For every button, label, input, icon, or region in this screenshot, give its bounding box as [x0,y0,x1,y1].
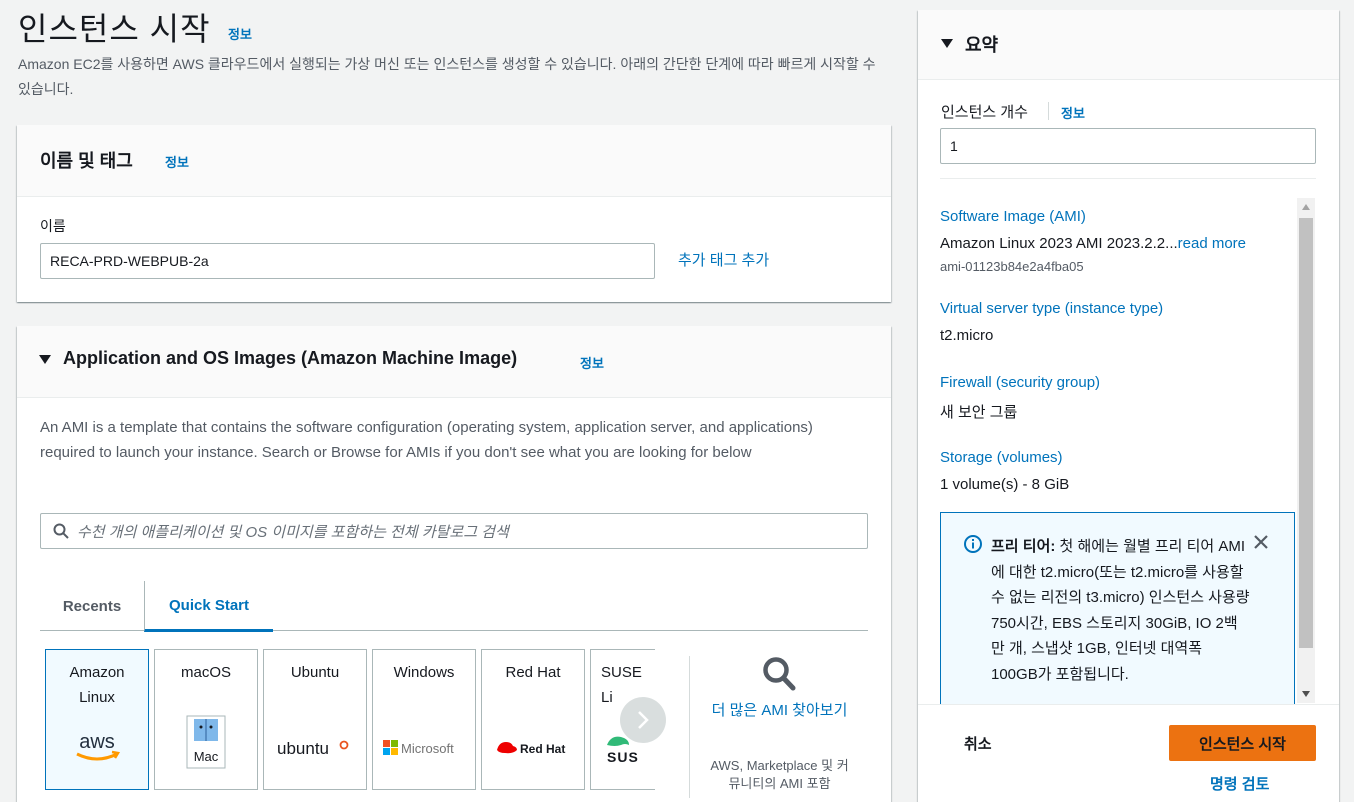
redhat-logo-icon: Red Hat [482,728,584,768]
svg-text:Microsoft: Microsoft [401,741,454,756]
svg-text:SUS: SUS [607,749,639,765]
ami-id: ami-01123b84e2a4fba05 [940,259,1084,274]
scroll-up-icon[interactable] [1302,204,1310,210]
ami-info-link[interactable]: 정보 [580,353,604,372]
summary-title: 요약 [965,35,999,55]
instance-type-value: t2.micro [940,327,994,344]
ami-panel: Application and OS Images (Amazon Machin… [17,326,891,802]
instance-type-link[interactable]: Virtual server type (instance type) [940,300,1163,317]
info-circle-icon [964,535,982,558]
storage-value: 1 volume(s) - 8 GiB [940,476,1070,493]
divider [689,656,690,798]
summary-footer: 취소 인스턴스 시작 명령 검토 [918,704,1339,802]
divider [940,178,1316,179]
microsoft-logo-icon: Microsoft [373,728,475,768]
security-group-value: 새 보안 그룹 [940,404,1018,421]
caret-down-icon[interactable] [39,355,51,364]
summary-header[interactable]: 요약 [918,10,1339,80]
name-input[interactable]: RECA-PRD-WEBPUB-2a [40,243,655,279]
free-tier-label: 프리 티어: [991,538,1056,555]
caret-down-icon[interactable] [941,39,953,48]
free-tier-body: 첫 해에는 월별 프리 티어 AMI에 대한 t2.micro(또는 t2.mi… [991,538,1250,683]
svg-text:Red Hat: Red Hat [520,742,565,756]
ami-title: Application and OS Images (Amazon Machin… [63,348,518,368]
security-group-link[interactable]: Firewall (security group) [940,374,1100,391]
instance-count-label: 인스턴스 개수 [941,104,1028,121]
free-tier-text: 프리 티어: 첫 해에는 월별 프리 티어 AMI에 대한 t2.micro(또… [991,534,1251,687]
free-tier-alert: 프리 티어: 첫 해에는 월별 프리 티어 AMI에 대한 t2.micro(또… [940,512,1295,722]
tab-quick-start[interactable]: Quick Start [144,581,273,632]
software-image-name: Amazon Linux 2023 AMI 2023.2.2... [940,235,1178,252]
scroll-thumb[interactable] [1299,218,1313,648]
os-card-label: Windows [393,664,455,681]
instance-count-info-link[interactable]: 정보 [1061,103,1085,122]
name-label: 이름 [40,218,66,234]
magnifier-icon[interactable] [762,656,796,697]
os-card-label: Ubuntu [290,664,340,681]
next-arrow-icon[interactable] [620,697,666,743]
add-tag-link[interactable]: 추가 태그 추가 [678,249,769,270]
software-image-link[interactable]: Software Image (AMI) [940,208,1086,225]
instance-count-input[interactable]: 1 [940,128,1316,164]
page-description: Amazon EC2를 사용하면 AWS 클라우드에서 실행되는 가상 머신 또… [18,56,876,97]
name-tags-panel: 이름 및 태그 정보 이름 RECA-PRD-WEBPUB-2a 추가 태그 추… [17,125,891,302]
svg-text:ubuntu: ubuntu [277,739,329,758]
os-card-macos[interactable]: macOS Mac [154,649,258,790]
search-icon [53,523,69,543]
scroll-down-icon[interactable] [1302,691,1310,697]
name-tags-title: 이름 및 태그 [40,151,133,171]
ami-description: An AMI is a template that contains the s… [40,419,813,461]
svg-text:aws: aws [79,731,115,753]
os-card-ubuntu[interactable]: Ubuntu ubuntu [263,649,367,790]
os-card-label: Amazon Linux [69,664,125,706]
ami-search-input[interactable]: 수천 개의 애플리케이션 및 OS 이미지를 포함하는 전체 카탈로그 검색 [40,513,868,549]
name-tags-info-link[interactable]: 정보 [165,152,189,171]
aws-logo-icon: aws [46,728,148,768]
storage-link[interactable]: Storage (volumes) [940,449,1063,466]
page-title: 인스턴스 시작 [18,11,211,47]
name-tags-header: 이름 및 태그 정보 [17,125,891,197]
summary-scrollbar[interactable] [1297,198,1315,703]
os-card-amazon-linux[interactable]: Amazon Linux aws [45,649,149,790]
os-card-label: Red Hat [505,664,561,681]
os-card-windows[interactable]: Windows Microsoft [372,649,476,790]
browse-more-amis-subtext: AWS, Marketplace 및 커뮤니티의 AMI 포함 [710,758,849,791]
divider [1048,102,1049,120]
os-card-red-hat[interactable]: Red Hat Red Hat [481,649,585,790]
ami-header[interactable]: Application and OS Images (Amazon Machin… [17,326,891,398]
software-image-value: Amazon Linux 2023 AMI 2023.2.2...read mo… [940,235,1246,252]
close-icon[interactable] [1253,530,1269,556]
ami-tabs: Recents Quick Start [40,581,868,632]
summary-panel: 요약 인스턴스 개수 정보 1 Software Image (AMI) Ama… [918,10,1339,802]
cancel-button[interactable]: 취소 [964,733,992,754]
browse-more-amis-link[interactable]: 더 많은 AMI 찾아보기 [707,698,852,723]
launch-instance-button[interactable]: 인스턴스 시작 [1169,725,1316,761]
tab-recents[interactable]: Recents [40,581,144,631]
svg-text:Mac: Mac [194,749,219,764]
os-card-label: macOS [180,664,231,681]
mac-logo-icon: Mac [155,715,257,769]
page-info-link[interactable]: 정보 [228,24,252,43]
ubuntu-logo-icon: ubuntu [264,728,366,768]
read-more-link[interactable]: read more [1178,235,1246,252]
ami-search-placeholder: 수천 개의 애플리케이션 및 OS 이미지를 포함하는 전체 카탈로그 검색 [77,523,509,541]
review-commands-link[interactable]: 명령 검토 [1210,773,1269,794]
